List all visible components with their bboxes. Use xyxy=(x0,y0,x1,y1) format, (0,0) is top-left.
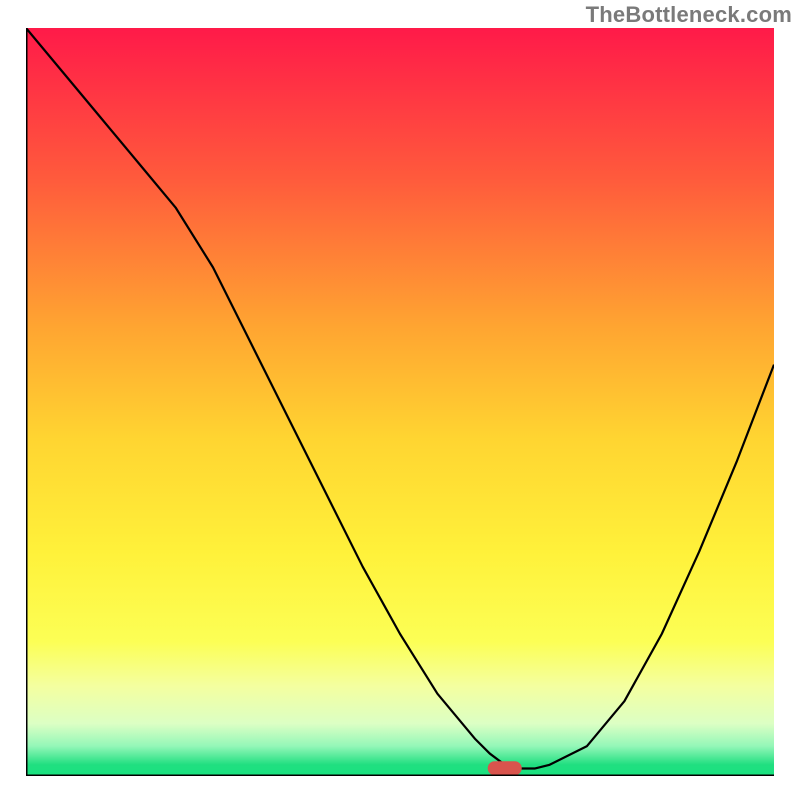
plot-area xyxy=(26,28,774,776)
chart-container: TheBottleneck.com xyxy=(0,0,800,800)
bottleneck-chart xyxy=(26,28,774,776)
gradient-background xyxy=(26,28,774,776)
optimal-marker xyxy=(488,761,522,775)
watermark-text: TheBottleneck.com xyxy=(586,2,792,28)
